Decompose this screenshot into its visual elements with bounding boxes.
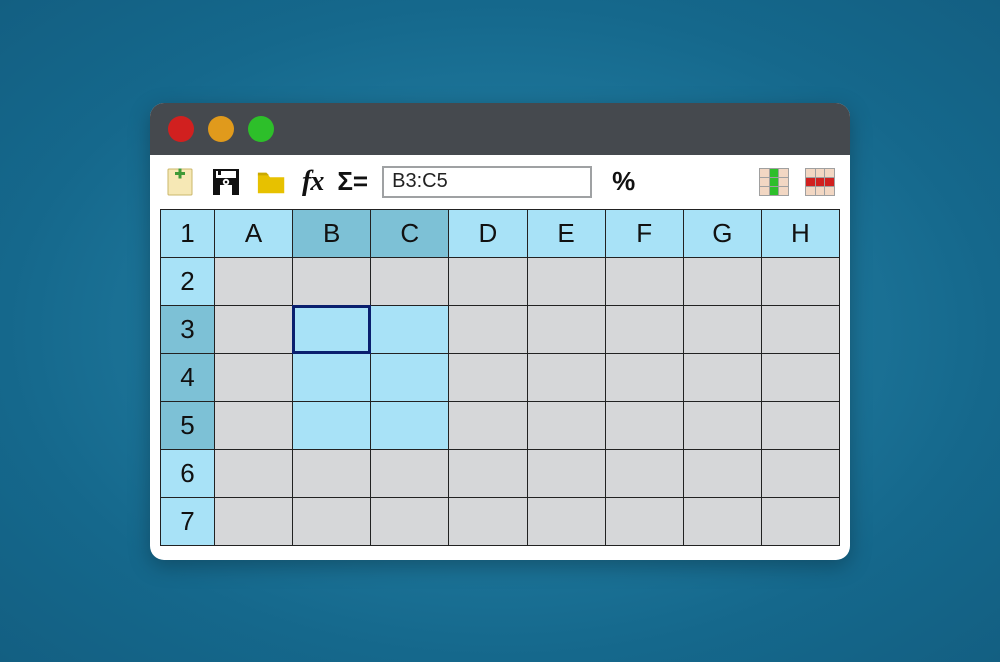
cell[interactable] xyxy=(215,257,293,305)
cell[interactable] xyxy=(761,353,839,401)
select-all-corner[interactable]: 1 xyxy=(161,209,215,257)
titlebar xyxy=(150,103,850,155)
cell[interactable] xyxy=(215,353,293,401)
cell[interactable] xyxy=(449,401,527,449)
cell[interactable] xyxy=(293,449,371,497)
sheet-area: 1ABCDEFGH 234567 xyxy=(150,209,850,560)
cell[interactable] xyxy=(527,305,605,353)
row-header[interactable]: 7 xyxy=(161,497,215,545)
spreadsheet-grid: 1ABCDEFGH 234567 xyxy=(160,209,840,546)
row-header[interactable]: 6 xyxy=(161,449,215,497)
cell[interactable] xyxy=(683,449,761,497)
cell[interactable] xyxy=(683,497,761,545)
row-header[interactable]: 2 xyxy=(161,257,215,305)
cell[interactable] xyxy=(449,353,527,401)
cell[interactable] xyxy=(761,449,839,497)
row-header[interactable]: 3 xyxy=(161,305,215,353)
cell[interactable] xyxy=(371,401,449,449)
column-header[interactable]: G xyxy=(683,209,761,257)
cell[interactable] xyxy=(761,401,839,449)
cell[interactable] xyxy=(371,449,449,497)
cell[interactable] xyxy=(527,353,605,401)
cell[interactable] xyxy=(449,257,527,305)
cell[interactable] xyxy=(371,497,449,545)
cell[interactable] xyxy=(371,257,449,305)
cell[interactable] xyxy=(527,497,605,545)
cell[interactable] xyxy=(449,497,527,545)
cell[interactable] xyxy=(683,401,761,449)
cell[interactable] xyxy=(293,401,371,449)
row-header[interactable]: 5 xyxy=(161,401,215,449)
cell[interactable] xyxy=(371,305,449,353)
cell[interactable] xyxy=(605,305,683,353)
spreadsheet-window: fx Σ= B3:C5 % 1ABCDEFGH 234567 xyxy=(150,103,850,560)
cell[interactable] xyxy=(449,449,527,497)
cell[interactable] xyxy=(761,257,839,305)
cell[interactable] xyxy=(761,497,839,545)
cell[interactable] xyxy=(293,353,371,401)
close-icon[interactable] xyxy=(168,116,194,142)
cell[interactable] xyxy=(293,497,371,545)
toolbar: fx Σ= B3:C5 % xyxy=(150,155,850,209)
function-button[interactable]: fx xyxy=(302,166,323,198)
formula-bar-input[interactable]: B3:C5 xyxy=(382,166,592,198)
column-header[interactable]: F xyxy=(605,209,683,257)
cell[interactable] xyxy=(293,257,371,305)
highlight-row-button[interactable] xyxy=(804,166,836,198)
cell[interactable] xyxy=(683,305,761,353)
highlight-column-button[interactable] xyxy=(758,166,790,198)
cell[interactable] xyxy=(683,353,761,401)
row-header[interactable]: 4 xyxy=(161,353,215,401)
percent-format-button[interactable]: % xyxy=(612,166,635,197)
open-folder-button[interactable] xyxy=(256,166,288,198)
cell[interactable] xyxy=(605,257,683,305)
cell[interactable] xyxy=(605,449,683,497)
cell[interactable] xyxy=(215,449,293,497)
cell[interactable] xyxy=(527,401,605,449)
cell[interactable] xyxy=(215,497,293,545)
cell[interactable] xyxy=(215,401,293,449)
cell[interactable] xyxy=(605,353,683,401)
column-header[interactable]: D xyxy=(449,209,527,257)
cell[interactable] xyxy=(527,257,605,305)
cell[interactable] xyxy=(215,305,293,353)
cell[interactable] xyxy=(761,305,839,353)
column-header[interactable]: H xyxy=(761,209,839,257)
cell[interactable] xyxy=(683,257,761,305)
new-file-button[interactable] xyxy=(164,166,196,198)
cell[interactable] xyxy=(527,449,605,497)
cell[interactable] xyxy=(449,305,527,353)
cell[interactable] xyxy=(605,401,683,449)
maximize-icon[interactable] xyxy=(248,116,274,142)
column-header[interactable]: B xyxy=(293,209,371,257)
cell[interactable] xyxy=(371,353,449,401)
column-header[interactable]: C xyxy=(371,209,449,257)
cell[interactable] xyxy=(605,497,683,545)
sum-button[interactable]: Σ= xyxy=(337,166,368,197)
cell[interactable] xyxy=(293,305,371,353)
minimize-icon[interactable] xyxy=(208,116,234,142)
save-button[interactable] xyxy=(210,166,242,198)
column-header[interactable]: E xyxy=(527,209,605,257)
column-header[interactable]: A xyxy=(215,209,293,257)
